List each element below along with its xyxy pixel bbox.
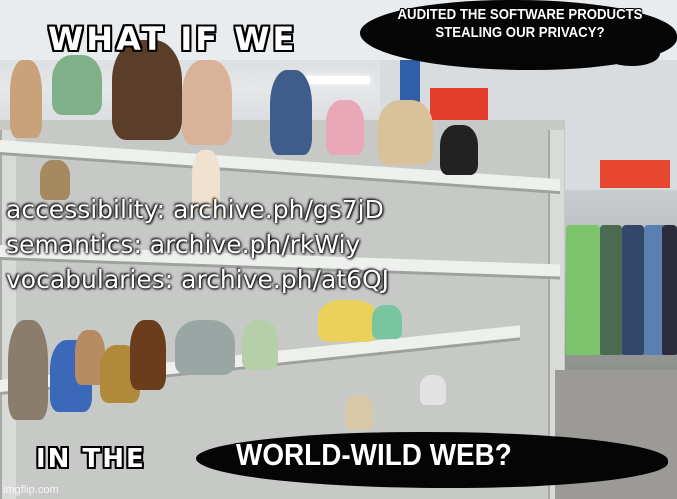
- garment: [662, 225, 677, 355]
- garment: [566, 225, 600, 355]
- top-right-caption: AUDITED THE SOFTWARE PRODUCTS STEALING O…: [388, 6, 652, 42]
- top-caption: WHAT IF WE: [48, 20, 298, 58]
- vase: [440, 125, 478, 175]
- figurine: [270, 70, 312, 155]
- meme-image: WHAT IF WE AUDITED THE SOFTWARE PRODUCTS…: [0, 0, 677, 499]
- figurine: [372, 305, 402, 339]
- department-sign: [600, 160, 670, 188]
- shelf-upright: [0, 130, 16, 499]
- link-line-accessibility: accessibility: archive.ph/gs7jD: [6, 195, 384, 224]
- bottom-replacement-caption: WORLD-WILD WEB?: [236, 437, 512, 472]
- figurine: [52, 55, 102, 115]
- figurine: [420, 375, 446, 405]
- garment: [600, 225, 622, 355]
- top-right-caption-line: STEALING OUR PRIVACY?: [435, 24, 605, 41]
- watermark: imgflip.com: [3, 484, 59, 496]
- figurine: [10, 60, 42, 138]
- redaction-scribble: [600, 38, 660, 66]
- link-line-semantics: semantics: archive.ph/rkWiy: [6, 230, 361, 259]
- bottom-caption: IN THE: [36, 444, 146, 474]
- pig-figurine: [318, 300, 378, 342]
- figurine: [242, 320, 278, 370]
- link-line-vocabularies: vocabularies: archive.ph/at6QJ: [6, 265, 390, 294]
- top-right-caption-line: AUDITED THE SOFTWARE PRODUCTS: [397, 6, 643, 23]
- figurine: [326, 100, 364, 155]
- vase: [130, 320, 166, 390]
- glass-item: [175, 320, 235, 375]
- ceiling-light: [300, 76, 370, 84]
- figurine: [182, 60, 232, 145]
- figurine: [378, 100, 433, 165]
- figurine: [345, 395, 373, 430]
- garment: [622, 225, 644, 355]
- link-list: accessibility: archive.ph/gs7jD semantic…: [6, 192, 389, 297]
- vase: [8, 320, 48, 420]
